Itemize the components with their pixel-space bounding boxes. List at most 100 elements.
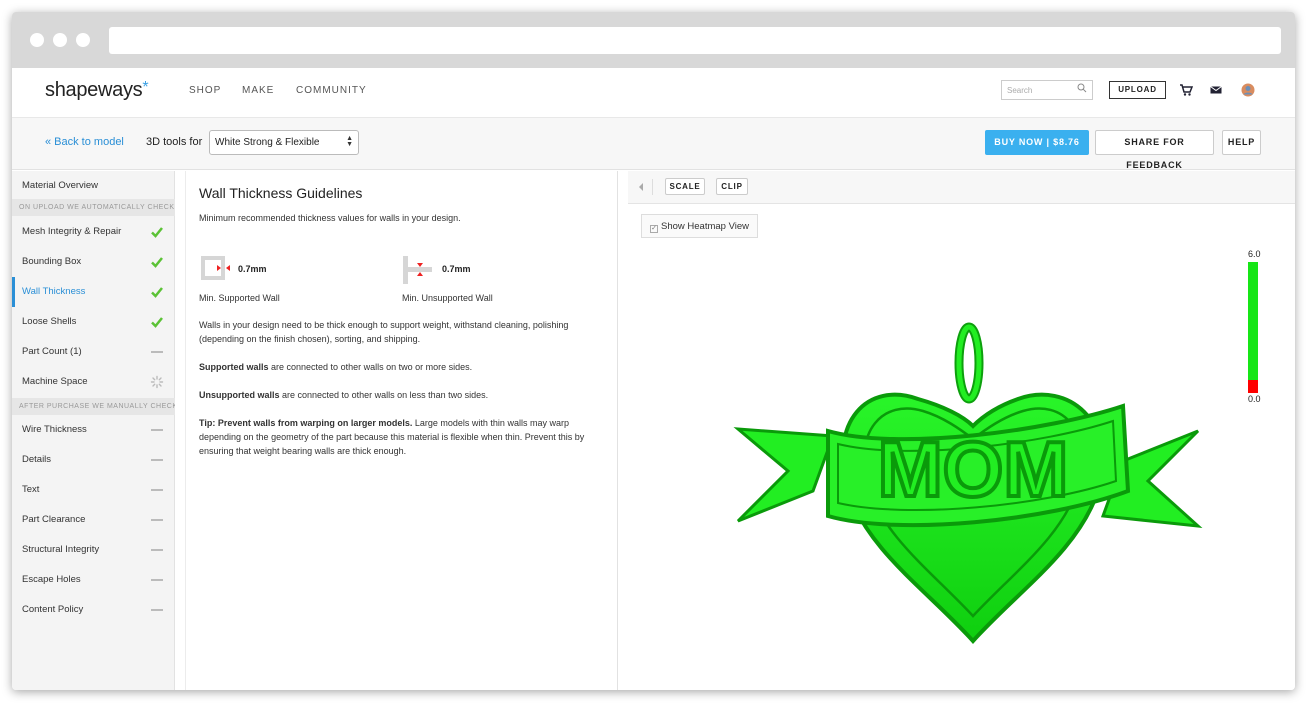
unsupported-walls-description: Unsupported walls are connected to other… <box>199 388 609 402</box>
heatmap-scale-min: 0.0 <box>1248 394 1261 404</box>
browser-window: shapeways* SHOP MAKE COMMUNITY Search UP… <box>12 12 1295 690</box>
tools-for-label: 3D tools for <box>146 136 203 148</box>
search-input[interactable]: Search <box>1001 80 1093 100</box>
logo-text: shapeways <box>45 79 143 101</box>
clip-button[interactable]: CLIP <box>716 178 748 195</box>
sidebar-item-structural-integrity[interactable]: Structural Integrity <box>12 535 175 565</box>
window-minimize-dot[interactable] <box>53 33 67 47</box>
scale-button[interactable]: SCALE <box>665 178 705 195</box>
dash-icon <box>151 489 163 491</box>
material-select[interactable]: White Strong & Flexible ▲ ▼ <box>209 130 359 155</box>
heatmap-checkbox[interactable]: ✓ <box>650 225 658 233</box>
unsupported-walls-definition: are connected to other walls on less tha… <box>279 390 489 400</box>
dash-icon <box>151 579 163 581</box>
sidebar-item-wall-thickness[interactable]: Wall Thickness <box>12 277 175 307</box>
search-placeholder: Search <box>1007 86 1033 95</box>
heatmap-scale-bar-thin <box>1248 380 1258 393</box>
sidebar-item-escape-holes[interactable]: Escape Holes <box>12 565 175 595</box>
sidebar-item-label: Content Policy <box>22 604 84 615</box>
model-viewer[interactable]: SCALE CLIP ✓ Show Heatmap View 6.0 0.0 M… <box>628 171 1295 690</box>
sidebar-item-label: Bounding Box <box>22 256 82 267</box>
heatmap-scale-bar-ok <box>1248 262 1258 380</box>
supported-wall-icon <box>201 256 230 280</box>
sidebar-item-label: Escape Holes <box>22 574 81 585</box>
manual-check-header: AFTER PURCHASE WE MANUALLY CHECK... <box>12 398 175 415</box>
back-to-model-link[interactable]: « Back to model <box>45 136 124 148</box>
sidebar-item-wire-thickness[interactable]: Wire Thickness <box>12 415 175 445</box>
tools-toolbar: « Back to model 3D tools for White Stron… <box>12 118 1295 170</box>
walls-description: Walls in your design need to be thick en… <box>199 320 569 344</box>
sidebar-item-label: Loose Shells <box>22 316 77 327</box>
cart-icon[interactable] <box>1179 83 1193 97</box>
heatmap-toggle[interactable]: ✓ Show Heatmap View <box>641 214 758 238</box>
sidebar-item-part-clearance[interactable]: Part Clearance <box>12 505 175 535</box>
sidebar-item-label: Wall Thickness <box>22 286 86 297</box>
top-navigation: shapeways* SHOP MAKE COMMUNITY Search UP… <box>12 68 1295 118</box>
sidebar-item-label: Part Clearance <box>22 514 86 525</box>
checkmark-icon <box>151 257 163 268</box>
supported-wall-value: 0.7mm <box>238 264 267 274</box>
sidebar-item-material-overview[interactable]: Material Overview <box>12 171 175 201</box>
guidelines-panel: Wall Thickness Guidelines Minimum recomm… <box>185 171 618 690</box>
checkmark-icon <box>151 227 163 238</box>
checkmark-icon <box>151 317 163 328</box>
tip-heading: Tip: Prevent walls from warping on large… <box>199 418 413 428</box>
unsupported-wall-value: 0.7mm <box>442 264 471 274</box>
supported-walls-term: Supported walls <box>199 362 269 372</box>
sidebar-item-text[interactable]: Text <box>12 475 175 505</box>
buy-now-button[interactable]: BUY NOW | $8.76 <box>985 130 1089 155</box>
unsupported-walls-term: Unsupported walls <box>199 390 280 400</box>
heatmap-label: Show Heatmap View <box>661 221 750 232</box>
nav-community[interactable]: COMMUNITY <box>296 85 367 96</box>
address-bar[interactable] <box>109 27 1281 54</box>
logo-mark: * <box>142 79 149 96</box>
shapeways-logo[interactable]: shapeways* <box>45 79 149 102</box>
help-button[interactable]: HELP <box>1222 130 1261 155</box>
sidebar-item-label: Wire Thickness <box>22 424 87 435</box>
intro-text: Minimum recommended thickness values for… <box>199 213 461 223</box>
browser-chrome <box>12 12 1295 68</box>
auto-check-header: ON UPLOAD WE AUTOMATICALLY CHECK... <box>12 199 175 216</box>
checkmark-icon <box>151 287 163 298</box>
model-lettering: MOM <box>878 425 1069 513</box>
sidebar-item-label: Machine Space <box>22 376 88 387</box>
collapse-left-icon[interactable] <box>637 182 645 192</box>
share-for-feedback-button[interactable]: SHARE FOR FEEDBACK <box>1095 130 1214 170</box>
sidebar-item-content-policy[interactable]: Content Policy <box>12 595 175 625</box>
avatar[interactable] <box>1241 83 1255 97</box>
dash-icon <box>151 609 163 611</box>
sidebar-item-label: Material Overview <box>22 180 99 191</box>
dash-icon <box>151 519 163 521</box>
sidebar-item-details[interactable]: Details <box>12 445 175 475</box>
nav-shop[interactable]: SHOP <box>189 85 221 96</box>
dash-icon <box>151 459 163 461</box>
supported-walls-definition: are connected to other walls on two or m… <box>268 362 473 372</box>
mom-heart-pendant-model: MOM <box>733 322 1203 644</box>
dash-icon <box>151 549 163 551</box>
warping-tip: Tip: Prevent walls from warping on large… <box>199 416 609 458</box>
nav-make[interactable]: MAKE <box>242 85 274 96</box>
sidebar-item-loose-shells[interactable]: Loose Shells <box>12 307 175 337</box>
window-maximize-dot[interactable] <box>76 33 90 47</box>
heatmap-scale-max: 6.0 <box>1248 249 1261 259</box>
dash-icon <box>151 429 163 431</box>
sidebar-item-machine-space[interactable]: Machine Space <box>12 367 175 397</box>
unsupported-wall-label: Min. Unsupported Wall <box>402 293 493 303</box>
unsupported-wall-icon <box>403 256 432 284</box>
search-icon[interactable] <box>1077 83 1087 93</box>
page-title: Wall Thickness Guidelines <box>199 185 363 201</box>
window-close-dot[interactable] <box>30 33 44 47</box>
upload-button[interactable]: UPLOAD <box>1109 81 1166 99</box>
mail-icon[interactable] <box>1209 83 1223 97</box>
sidebar-item-bounding-box[interactable]: Bounding Box <box>12 247 175 277</box>
select-arrows-icon: ▲ ▼ <box>346 135 353 148</box>
sidebar-item-label: Structural Integrity <box>22 544 100 555</box>
supported-wall-label: Min. Supported Wall <box>199 293 280 303</box>
dash-icon <box>151 351 163 353</box>
material-selected-value: White Strong & Flexible <box>215 137 320 148</box>
toolbar-divider <box>652 179 653 195</box>
sidebar-item-label: Text <box>22 484 40 495</box>
sidebar-item-mesh-integrity[interactable]: Mesh Integrity & Repair <box>12 217 175 247</box>
sidebar-item-part-count[interactable]: Part Count (1) <box>12 337 175 367</box>
loading-spinner-icon <box>150 375 164 389</box>
